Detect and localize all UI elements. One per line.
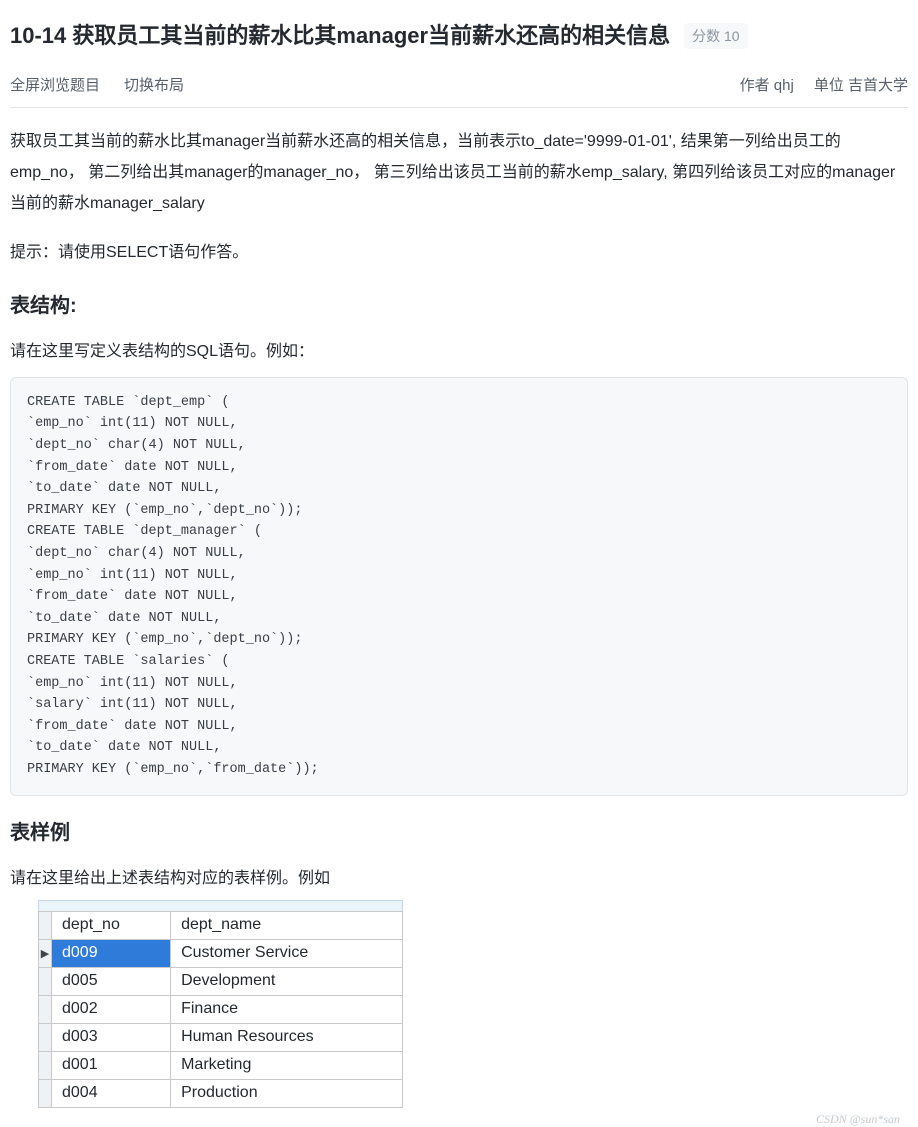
table-row[interactable]: d003 Human Resources bbox=[39, 1023, 403, 1051]
row-marker bbox=[39, 1079, 52, 1107]
table-row[interactable]: d002 Finance bbox=[39, 995, 403, 1023]
sample-toolbar-strip bbox=[38, 900, 403, 911]
cell-dept-name: Production bbox=[171, 1079, 403, 1107]
table-row[interactable]: d004 Production bbox=[39, 1079, 403, 1107]
watermark: CSDN @sun*san bbox=[0, 1108, 918, 1127]
col-header: dept_name bbox=[171, 911, 403, 939]
row-marker bbox=[39, 995, 52, 1023]
table-row[interactable]: d001 Marketing bbox=[39, 1051, 403, 1079]
table-row[interactable]: ▶ d009 Customer Service bbox=[39, 939, 403, 967]
structure-intro: 请在这里写定义表结构的SQL语句。例如： bbox=[10, 336, 908, 367]
sql-code-block: CREATE TABLE `dept_emp` ( `emp_no` int(1… bbox=[10, 377, 908, 796]
row-marker bbox=[39, 967, 52, 995]
title-row: 10-14 获取员工其当前的薪水比其manager当前薪水还高的相关信息 分数 … bbox=[10, 20, 908, 52]
table-header-row: dept_no dept_name bbox=[39, 911, 403, 939]
heading-structure: 表结构: bbox=[10, 289, 908, 318]
cell-dept-name: Finance bbox=[171, 995, 403, 1023]
org-label: 单位 吉首大学 bbox=[814, 74, 908, 95]
row-marker bbox=[39, 911, 52, 939]
cell-dept-no: d004 bbox=[52, 1079, 171, 1107]
meta-bar: 全屏浏览题目 切换布局 作者 qhj 单位 吉首大学 bbox=[10, 58, 908, 108]
table-row[interactable]: d005 Development bbox=[39, 967, 403, 995]
problem-title: 10-14 获取员工其当前的薪水比其manager当前薪水还高的相关信息 bbox=[10, 20, 670, 52]
cell-dept-name: Marketing bbox=[171, 1051, 403, 1079]
cell-dept-no: d003 bbox=[52, 1023, 171, 1051]
heading-sample: 表样例 bbox=[10, 816, 908, 845]
toggle-layout-link[interactable]: 切换布局 bbox=[124, 74, 184, 95]
cell-dept-no: d005 bbox=[52, 967, 171, 995]
score-badge: 分数 10 bbox=[684, 23, 747, 49]
row-marker bbox=[39, 1051, 52, 1079]
cell-dept-no: d009 bbox=[52, 939, 171, 967]
author-label: 作者 qhj bbox=[740, 74, 794, 95]
col-header: dept_no bbox=[52, 911, 171, 939]
current-row-marker-icon: ▶ bbox=[39, 939, 52, 967]
sample-table-container: dept_no dept_name ▶ d009 Customer Servic… bbox=[38, 900, 403, 1108]
sample-intro: 请在这里给出上述表结构对应的表样例。例如 bbox=[10, 863, 908, 894]
fullscreen-link[interactable]: 全屏浏览题目 bbox=[10, 74, 100, 95]
problem-description: 获取员工其当前的薪水比其manager当前薪水还高的相关信息，当前表示to_da… bbox=[10, 126, 908, 220]
row-marker bbox=[39, 1023, 52, 1051]
problem-hint: 提示：请使用SELECT语句作答。 bbox=[10, 237, 908, 268]
cell-dept-no: d002 bbox=[52, 995, 171, 1023]
cell-dept-name: Development bbox=[171, 967, 403, 995]
sample-table: dept_no dept_name ▶ d009 Customer Servic… bbox=[38, 911, 403, 1108]
cell-dept-name: Human Resources bbox=[171, 1023, 403, 1051]
cell-dept-name: Customer Service bbox=[171, 939, 403, 967]
cell-dept-no: d001 bbox=[52, 1051, 171, 1079]
